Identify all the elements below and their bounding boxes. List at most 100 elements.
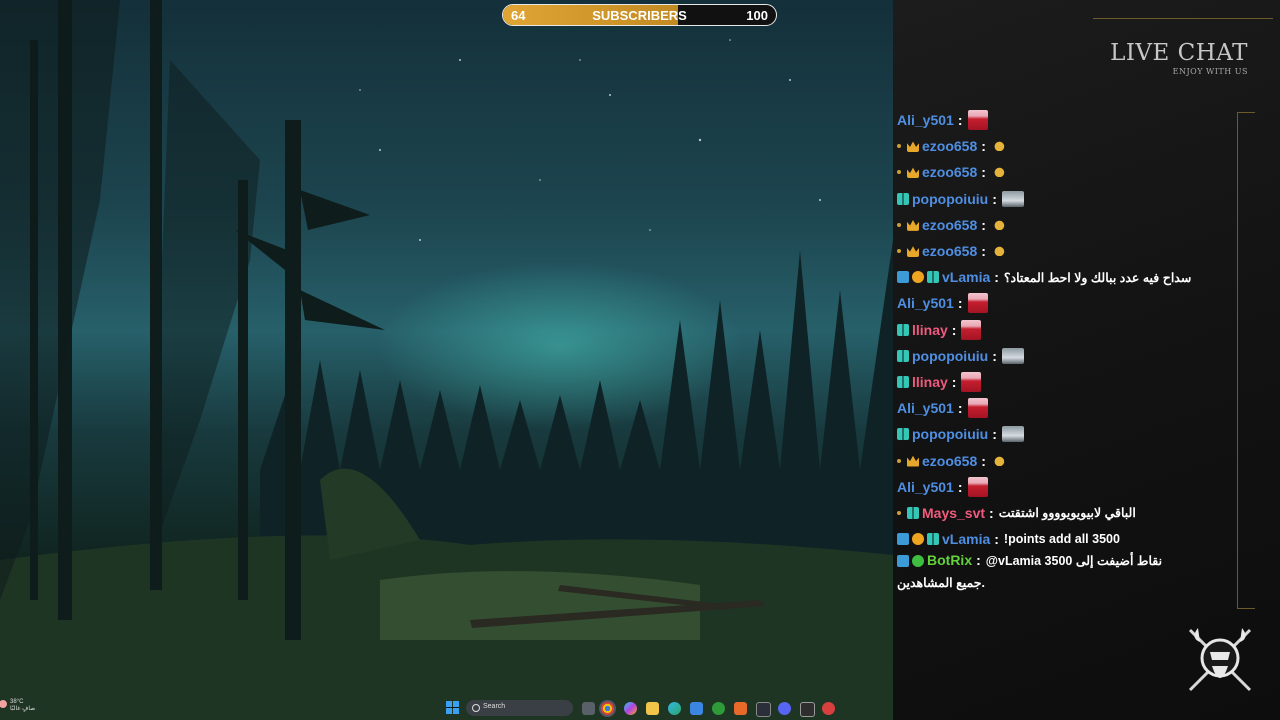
share-badge-icon [897, 533, 909, 546]
chat-subtitle: ENJOY WITH US [1172, 67, 1248, 76]
chat-image-avatar [967, 398, 988, 419]
chat-message: popopoiuiu: [897, 421, 1197, 447]
chat-title: LIVE CHAT [1110, 40, 1248, 66]
chat-message: popopoiuiu: [897, 343, 1197, 369]
stream-background-forest [0, 0, 893, 720]
chat-image-avatar [1001, 347, 1024, 364]
chat-image-avatar [967, 110, 988, 131]
chat-message-text: سداح فيه عدد ببالك ولا احط المعتاد؟ [1003, 270, 1192, 285]
moon-icon [492, 205, 525, 235]
crown-badge-icon [907, 220, 919, 231]
chat-separator: : [989, 504, 994, 521]
chat-username[interactable]: llinay [912, 374, 948, 390]
dot-badge-icon [897, 249, 901, 254]
weather-widget[interactable]: 38°C صافٍ غالبًا [0, 697, 60, 720]
chat-username[interactable]: ezoo658 [922, 453, 977, 469]
chat-username[interactable]: ezoo658 [922, 243, 977, 259]
chat-emote-icon [990, 167, 1005, 178]
crown-badge-icon [907, 455, 919, 467]
chat-message: Mays_svt: الباقي لابيويويوووو اشتقتت [897, 500, 1197, 526]
chat-emote-icon [990, 141, 1005, 152]
dot-badge-icon [897, 170, 901, 175]
chat-message: popopoiuiu: [897, 186, 1197, 212]
dot-badge-icon [897, 458, 901, 463]
chat-username[interactable]: Mays_svt [922, 505, 985, 521]
chat-username[interactable]: BotRix [927, 552, 972, 568]
app-icon[interactable] [822, 702, 835, 715]
chat-username[interactable]: vLamia [942, 531, 990, 547]
goal-target-count: 100 [746, 8, 768, 23]
chat-username[interactable]: ezoo658 [922, 138, 977, 154]
chat-message: ezoo658: [897, 447, 1197, 473]
chat-username[interactable]: popopoiuiu [912, 426, 988, 442]
chat-separator: : [976, 552, 981, 569]
dot-badge-icon [897, 144, 901, 149]
subscriber-goal-bar: 64 SUBSCRIBERS 100 [502, 4, 777, 26]
chat-username[interactable]: popopoiuiu [912, 348, 988, 364]
chat-separator: : [957, 112, 963, 129]
chat-separator: : [981, 243, 986, 260]
chat-message: llinay: [897, 369, 1197, 395]
chat-username[interactable]: vLamia [942, 269, 990, 285]
chat-username[interactable]: Ali_y501 [897, 295, 954, 311]
bar-badge-icon [907, 506, 919, 519]
chat-message: Ali_y501: [897, 474, 1197, 500]
chat-image-avatar [961, 319, 982, 340]
crown-badge-icon [907, 246, 919, 258]
chat-username[interactable]: Ali_y501 [897, 112, 954, 128]
search-placeholder: Search [483, 703, 506, 710]
chat-separator: : [957, 400, 963, 417]
chat-message: Ali_y501: [897, 290, 1197, 316]
chat-message: llinay: [897, 317, 1197, 343]
chat-message: vLamia: سداح فيه عدد ببالك ولا احط المعتا… [897, 264, 1197, 290]
chat-separator: : [994, 531, 999, 548]
chat-separator: : [981, 138, 986, 155]
file-explorer-icon[interactable] [646, 702, 659, 715]
app-icon[interactable] [800, 702, 815, 717]
discord-icon[interactable] [778, 702, 791, 715]
dot-badge-icon [897, 510, 901, 515]
chat-message: Ali_y501: [897, 395, 1197, 421]
bar-badge-icon [897, 375, 909, 388]
chat-separator: : [981, 216, 986, 233]
bar-badge-icon [927, 271, 939, 284]
viking-emblem-icon [1188, 628, 1252, 692]
chat-message-text: !points add all 3500 [1003, 532, 1120, 547]
goal-label: SUBSCRIBERS [592, 8, 687, 23]
check-badge-icon [912, 555, 924, 568]
chat-username[interactable]: llinay [912, 322, 948, 338]
chat-username[interactable]: Ali_y501 [897, 400, 954, 416]
dot-badge-icon [897, 222, 901, 227]
chat-message: ezoo658: [897, 159, 1197, 185]
forest-illustration [0, 0, 893, 720]
crown-badge-icon [907, 167, 919, 179]
chat-username[interactable]: popopoiuiu [912, 191, 988, 207]
chat-separator: : [981, 164, 986, 181]
bar-badge-icon [897, 192, 909, 205]
chrome-icon[interactable] [601, 702, 614, 715]
chat-username[interactable]: ezoo658 [922, 217, 977, 233]
chat-emote-icon [990, 246, 1005, 257]
start-icon[interactable] [446, 701, 459, 714]
chat-message: ezoo658: [897, 212, 1197, 238]
task-view-icon[interactable] [582, 702, 595, 715]
taskbar-search-box[interactable]: Search [466, 700, 573, 716]
store-icon[interactable] [690, 702, 703, 715]
chat-separator: : [992, 190, 997, 207]
bar-badge-icon [897, 323, 909, 336]
xbox-icon[interactable] [712, 702, 725, 715]
chat-message: ezoo658: [897, 133, 1197, 159]
chat-separator: : [992, 426, 997, 443]
chat-username[interactable]: ezoo658 [922, 164, 977, 180]
office-icon[interactable] [756, 702, 771, 717]
app-icon[interactable] [734, 702, 747, 715]
weather-icon [0, 700, 7, 708]
chat-image-avatar [1001, 426, 1024, 443]
edge-icon[interactable] [668, 702, 681, 715]
chat-username[interactable]: Ali_y501 [897, 479, 954, 495]
weather-temp: 38°C [10, 699, 24, 705]
chat-message: ezoo658: [897, 238, 1197, 264]
copilot-icon[interactable] [624, 702, 637, 715]
chat-image-avatar [967, 476, 988, 497]
weather-text: 38°C صافٍ غالبًا [10, 699, 35, 713]
